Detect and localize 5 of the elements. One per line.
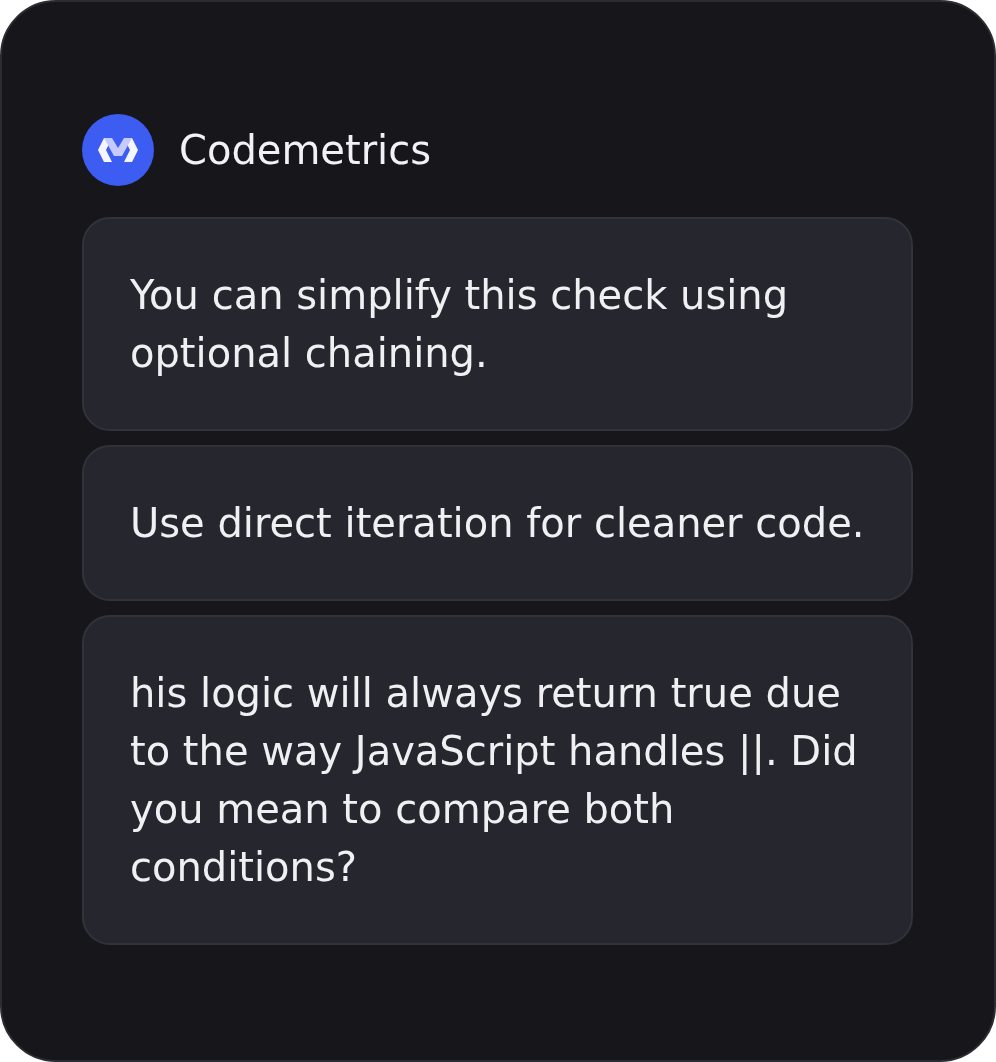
comment-text: You can simplify this check using optional chaining. (130, 271, 790, 378)
comment-text: Use direct iteration for cleaner code. (130, 499, 865, 548)
app-title: Codemetrics (179, 130, 432, 170)
comment-text: his logic will always return true due to the way JavaScript handles ||. Did you mean to compare both conditions? (130, 669, 859, 892)
logo-icon (82, 114, 154, 186)
